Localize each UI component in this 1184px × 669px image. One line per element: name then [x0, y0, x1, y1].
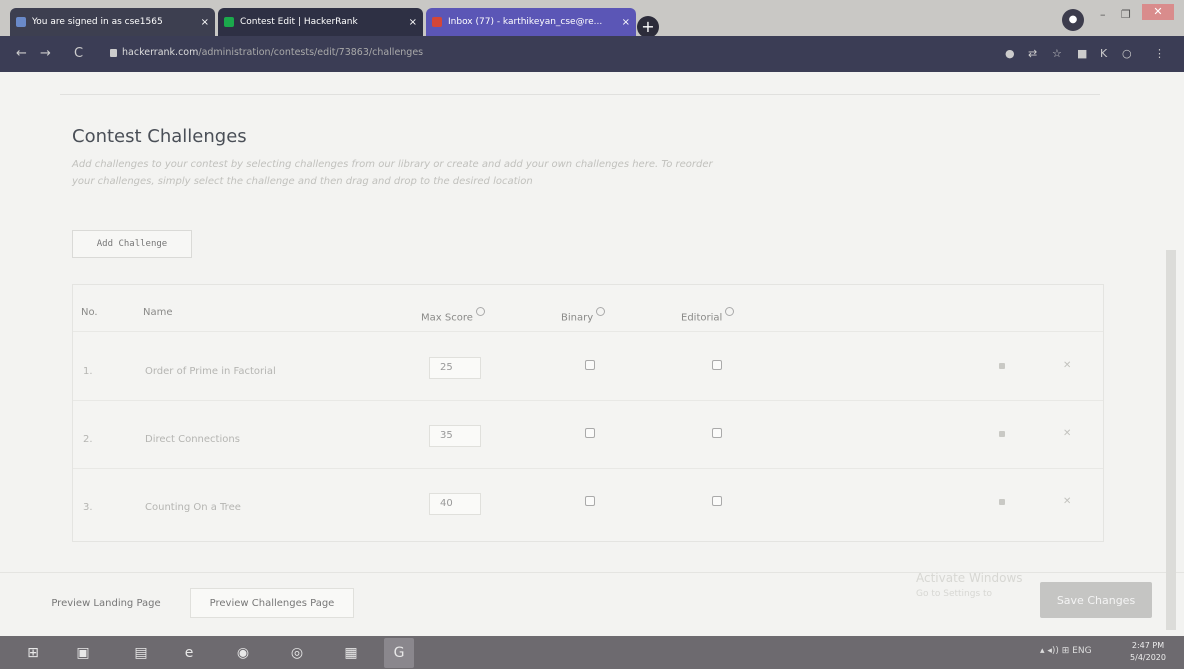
page-content: Contest Challenges Add challenges to you…: [0, 72, 1184, 636]
file-explorer-icon[interactable]: ▤: [130, 642, 152, 664]
extension-globe-icon[interactable]: ●: [1005, 47, 1015, 60]
browser-tab-bar: You are signed in as cse1565 × Contest E…: [0, 0, 1184, 38]
media-player-icon[interactable]: ◉: [232, 642, 254, 664]
row-number: 3.: [83, 502, 93, 513]
max-score-input[interactable]: 25: [429, 357, 481, 379]
preview-challenges-page-button[interactable]: Preview Challenges Page: [190, 588, 354, 618]
hackerrank-favicon-icon: [224, 17, 234, 27]
maximize-button[interactable]: ❐: [1121, 8, 1131, 21]
url-host: hackerrank.com: [122, 47, 199, 58]
new-tab-button[interactable]: +: [637, 16, 659, 38]
close-tab-icon[interactable]: ×: [622, 17, 630, 28]
activate-windows-watermark: Activate Windows Go to Settings to: [916, 570, 1023, 602]
bookmark-star-icon[interactable]: ☆: [1052, 47, 1062, 60]
lock-icon: [110, 49, 117, 57]
extension-square-icon[interactable]: ■: [1077, 47, 1087, 60]
delete-icon[interactable]: ✕: [1063, 496, 1071, 507]
info-icon[interactable]: [475, 307, 485, 316]
challenge-name: Order of Prime in Factorial: [145, 366, 276, 377]
page-description: Add challenges to your contest by select…: [72, 159, 713, 187]
binary-checkbox[interactable]: [585, 360, 595, 370]
row-number: 2.: [83, 434, 93, 445]
tab-contest-edit[interactable]: Contest Edit | HackerRank ×: [218, 8, 423, 36]
url-field[interactable]: hackerrank.com/administration/contests/e…: [122, 47, 423, 58]
back-arrow-icon[interactable]: ←: [16, 46, 27, 61]
tab-title: You are signed in as cse1565: [32, 17, 163, 27]
browser-icon[interactable]: ◎: [286, 642, 308, 664]
address-bar: ← → C hackerrank.com/administration/cont…: [0, 36, 1184, 72]
tab-inbox[interactable]: Inbox (77) - karthikeyan_cse@re... ×: [426, 8, 636, 36]
lock-icon[interactable]: [999, 499, 1005, 505]
row-number: 1.: [83, 366, 93, 377]
max-score-input[interactable]: 35: [429, 425, 481, 447]
editorial-checkbox[interactable]: [712, 496, 722, 506]
profile-avatar-icon[interactable]: ●: [1062, 9, 1084, 31]
preview-landing-page-button[interactable]: Preview Landing Page: [36, 588, 176, 618]
column-header-label: Editorial: [681, 312, 723, 324]
info-icon[interactable]: [596, 307, 606, 316]
challenge-name: Direct Connections: [145, 434, 240, 445]
column-header-max-score: Max Score: [421, 307, 485, 323]
clock-time: 2:47 PM: [1131, 641, 1165, 650]
delete-icon[interactable]: ✕: [1063, 360, 1071, 371]
close-tab-icon[interactable]: ×: [409, 17, 417, 28]
table-row[interactable]: 1. Order of Prime in Factorial 25 ✕: [73, 332, 1103, 401]
column-header-binary: Binary: [561, 307, 606, 324]
info-icon[interactable]: [725, 307, 735, 316]
column-header-label: Name: [143, 307, 173, 318]
clock-date: 5/4/2020: [1130, 653, 1166, 662]
table-row[interactable]: 2. Direct Connections 35 ✕: [73, 400, 1103, 469]
max-score-input[interactable]: 40: [429, 493, 481, 515]
delete-icon[interactable]: ✕: [1063, 428, 1071, 439]
lock-icon[interactable]: [999, 431, 1005, 437]
taskbar-clock[interactable]: 2:47 PM 5/4/2020: [1124, 640, 1172, 664]
column-header-label: Max Score: [421, 312, 473, 324]
column-header-no: No.: [81, 307, 98, 318]
activate-subtitle: Go to Settings to: [916, 589, 993, 599]
close-window-button[interactable]: ✕: [1142, 4, 1174, 20]
tab-nav-divider: [60, 94, 1100, 95]
gmail-favicon-icon: [432, 17, 442, 27]
close-tab-icon[interactable]: ×: [201, 17, 209, 28]
editorial-checkbox[interactable]: [712, 360, 722, 370]
tab-title: Inbox (77) - karthikeyan_cse@re...: [448, 17, 603, 27]
challenge-name: Counting On a Tree: [145, 502, 241, 513]
add-challenge-button[interactable]: Add Challenge: [72, 230, 192, 258]
extension-translate-icon[interactable]: ⇄: [1028, 47, 1037, 60]
save-changes-button[interactable]: Save Changes: [1040, 582, 1152, 618]
challenges-table: No. Name Max Score Binary Editorial 1. O…: [72, 284, 1104, 542]
extension-k-icon[interactable]: K: [1100, 47, 1107, 60]
tab-title: Contest Edit | HackerRank: [240, 17, 358, 27]
store-icon[interactable]: ▣: [72, 642, 94, 664]
activate-title: Activate Windows: [916, 571, 1023, 585]
browser-menu-icon[interactable]: ⋮: [1154, 47, 1165, 60]
column-header-label: No.: [81, 307, 98, 318]
minimize-button[interactable]: –: [1100, 8, 1106, 21]
photos-icon[interactable]: ▦: [340, 642, 362, 664]
reload-icon[interactable]: C: [74, 46, 83, 61]
chrome-icon[interactable]: G: [384, 638, 414, 668]
binary-checkbox[interactable]: [585, 496, 595, 506]
table-row[interactable]: 3. Counting On a Tree 40 ✕: [73, 468, 1103, 536]
internet-explorer-icon[interactable]: e: [178, 642, 200, 664]
page-title: Contest Challenges: [72, 126, 247, 147]
system-tray[interactable]: ▴ ◂)) ⊞ ENG: [1040, 646, 1092, 656]
site-favicon-icon: [16, 17, 26, 27]
editorial-checkbox[interactable]: [712, 428, 722, 438]
column-header-editorial: Editorial: [681, 307, 735, 324]
url-path: /administration/contests/edit/73863/chal…: [198, 47, 424, 58]
binary-checkbox[interactable]: [585, 428, 595, 438]
windows-start-icon[interactable]: ⊞: [22, 642, 44, 664]
tab-signed-in[interactable]: You are signed in as cse1565 ×: [10, 8, 215, 36]
page-scrollbar[interactable]: [1166, 250, 1176, 630]
column-header-name: Name: [143, 307, 173, 318]
column-header-label: Binary: [561, 312, 594, 324]
extension-puzzle-icon[interactable]: ○: [1122, 47, 1132, 60]
lock-icon[interactable]: [999, 363, 1005, 369]
windows-taskbar: ⊞ ▣ ▤ e ◉ ◎ ▦ G ▴ ◂)) ⊞ ENG 2:47 PM 5/4/…: [0, 636, 1184, 669]
forward-arrow-icon[interactable]: →: [40, 46, 51, 61]
